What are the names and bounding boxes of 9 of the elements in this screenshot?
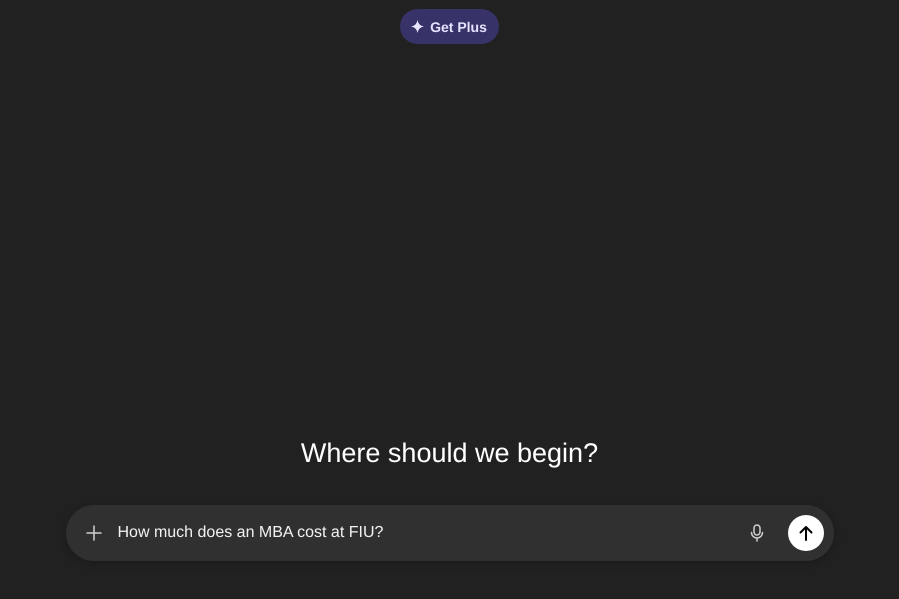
sparkle-icon xyxy=(411,20,424,33)
heading: Where should we begin? xyxy=(300,438,598,469)
arrow-up-icon xyxy=(798,525,812,541)
microphone-icon[interactable] xyxy=(750,524,764,542)
send-button[interactable] xyxy=(788,515,824,551)
get-plus-button[interactable]: Get Plus xyxy=(400,9,499,44)
message-input[interactable]: How much does an MBA cost at FIU? xyxy=(114,524,738,542)
add-icon[interactable] xyxy=(86,525,102,541)
message-field[interactable]: How much does an MBA cost at FIU? xyxy=(66,505,834,561)
